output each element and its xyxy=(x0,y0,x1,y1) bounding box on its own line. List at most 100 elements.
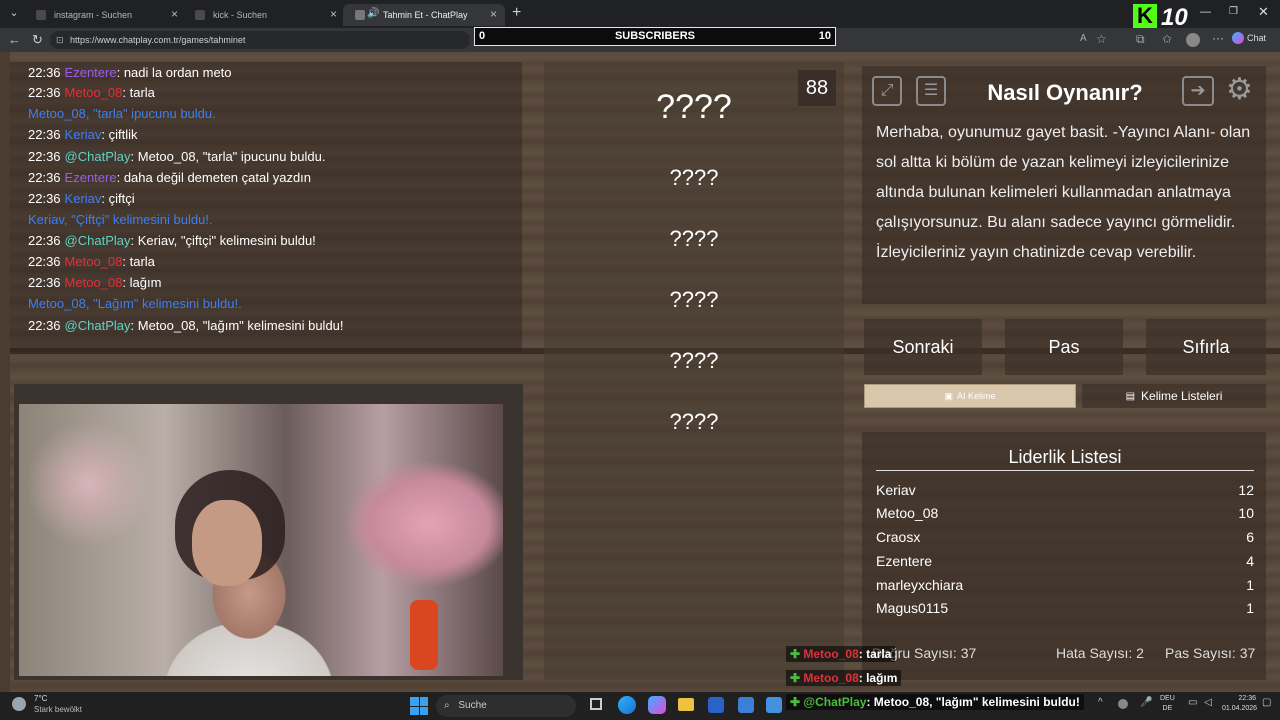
search-label: Suche xyxy=(458,700,487,711)
search-favicon-icon xyxy=(36,10,46,20)
extensions-icon[interactable]: ⧉ xyxy=(1136,32,1145,47)
chat-line: 22:36 @ChatPlay: Metoo_08, "tarla" ipucun… xyxy=(28,149,325,164)
fullscreen-icon[interactable]: ⤢ xyxy=(872,76,902,106)
chat-time: 22:36 xyxy=(28,275,61,290)
chat-user: Metoo_08 xyxy=(64,85,123,100)
exit-icon[interactable]: ➔ xyxy=(1182,76,1214,106)
network-icon[interactable]: ▭ xyxy=(1188,697,1197,708)
close-icon[interactable]: × xyxy=(171,7,178,21)
chat-separator: : xyxy=(122,275,130,290)
start-windows-icon[interactable] xyxy=(410,697,428,715)
reload-icon[interactable]: ↻ xyxy=(32,32,43,48)
minimize-icon[interactable]: — xyxy=(1200,6,1211,18)
player-name: Magus0115 xyxy=(876,600,949,616)
chat-line: 22:36 Keriav: çiftçi xyxy=(28,191,135,206)
notification-icon[interactable]: ▢ xyxy=(1262,697,1271,708)
lang-1: DEU xyxy=(1160,695,1175,702)
app-icon[interactable] xyxy=(708,697,724,713)
kick-number: 10 xyxy=(1161,4,1188,31)
chat-separator: : xyxy=(116,65,124,80)
tab-instagram[interactable]: instagram - Suchen × xyxy=(24,4,186,26)
chat-message: çiftlik xyxy=(108,127,138,142)
subscribers-bar: 0 SUBSCRIBERS 10 xyxy=(474,27,836,46)
app-icon[interactable] xyxy=(738,697,754,713)
chat-separator: : xyxy=(130,149,138,164)
chat-time: 22:36 xyxy=(28,254,61,269)
chat-message: nadi la ordan meto xyxy=(123,65,232,80)
ai-word-button[interactable]: ▣ AI Kelime xyxy=(864,384,1076,408)
window-close-icon[interactable]: ✕ xyxy=(1258,4,1269,20)
leaderboard-title: Liderlik Listesi xyxy=(1008,447,1122,467)
copilot-chat-button[interactable]: Chat xyxy=(1232,32,1266,44)
list-icon: ▤ xyxy=(1125,390,1136,402)
weather-icon[interactable] xyxy=(12,697,26,711)
more-icon[interactable]: ··· xyxy=(1212,31,1224,45)
taskbar-search[interactable]: ⌕ Suche xyxy=(436,695,576,717)
favorite-star-icon[interactable]: ☆ xyxy=(1096,32,1107,46)
favorites-icon[interactable]: ✩ xyxy=(1162,32,1172,46)
leaderboard-row: Craosx 6 xyxy=(876,529,1254,545)
clock-date: 01.04.2026 xyxy=(1222,705,1258,712)
tab-chatplay[interactable]: 🔊 Tahmin Et - ChatPlay × xyxy=(343,4,505,26)
chat-time: 22:36 xyxy=(28,191,61,206)
hidden-word: ???? xyxy=(669,165,719,190)
close-icon[interactable]: × xyxy=(490,7,497,21)
chatplay-favicon-icon xyxy=(355,10,365,20)
speaker-icon[interactable]: 🔊 xyxy=(367,8,379,19)
next-button[interactable]: Sonraki xyxy=(864,319,982,375)
tray-app-icon[interactable] xyxy=(1118,699,1128,709)
tray-chevron-icon[interactable]: ^ xyxy=(1098,697,1103,708)
plus-icon: ✚ xyxy=(790,695,804,709)
address-input[interactable]: ⊡ https://www.chatplay.com.tr/games/tahm… xyxy=(50,31,470,49)
close-icon[interactable]: × xyxy=(330,7,337,21)
chat-separator: : xyxy=(122,254,130,269)
word-lists-label: Kelime Listeleri xyxy=(1141,389,1223,403)
site-info-icon[interactable]: A xyxy=(1080,33,1087,44)
chat-user: Metoo_08 xyxy=(64,275,123,290)
tab-kick[interactable]: kick - Suchen × xyxy=(183,4,345,26)
tab-actions-icon[interactable]: ⌄ xyxy=(6,6,22,22)
back-icon[interactable]: ← xyxy=(8,32,21,47)
profile-avatar[interactable] xyxy=(1186,33,1200,47)
copilot-icon[interactable] xyxy=(648,696,666,714)
stat-passes: Pas Sayısı: 37 xyxy=(1165,645,1256,661)
chat-separator: : xyxy=(122,85,130,100)
leaderboard-row: Metoo_08 10 xyxy=(876,505,1254,521)
notes-icon[interactable]: ☰ xyxy=(916,76,946,106)
overlay-msg: : tarla xyxy=(858,647,892,661)
leaderboard-row: marleyxchiara 1 xyxy=(876,577,1254,593)
edge-icon[interactable] xyxy=(618,696,636,714)
leaderboard-divider xyxy=(876,470,1254,471)
chat-time: 22:36 xyxy=(28,149,61,164)
player-score: 12 xyxy=(1238,482,1254,498)
volume-icon[interactable]: ◁ xyxy=(1204,697,1212,708)
folder-icon[interactable] xyxy=(678,698,694,711)
stat-errors: Hata Sayısı: 2 xyxy=(1056,645,1144,661)
mic-icon[interactable]: 🎤 xyxy=(1140,697,1152,708)
chat-message: tarla xyxy=(129,85,155,100)
browser-tab-bar: ⌄ instagram - Suchen × kick - Suchen × 🔊… xyxy=(0,0,1280,28)
hidden-word: ???? xyxy=(669,226,719,251)
chat-user: Keriav, "Çiftçi" kelimesini buldu!. xyxy=(28,212,213,227)
clock[interactable]: 22:36 01.04.2026 xyxy=(1222,694,1258,714)
lang-indicator[interactable]: DEU DE xyxy=(1160,694,1175,714)
new-tab-button[interactable]: + xyxy=(512,4,521,22)
kick-logo: K 10 xyxy=(1133,4,1193,31)
logo-square xyxy=(410,706,419,715)
chat-separator: : xyxy=(130,318,138,333)
overlay-user: Metoo_08 xyxy=(803,647,859,661)
ai-word-label: AI Kelime xyxy=(957,391,996,401)
overlay-msg: : lağım xyxy=(858,671,898,685)
word-lists-button[interactable]: ▤ Kelime Listeleri xyxy=(1082,384,1266,408)
settings-gear-icon[interactable]: ⚙ xyxy=(1226,74,1253,106)
reset-button[interactable]: Sıfırla xyxy=(1146,319,1266,375)
chat-user: Ezentere xyxy=(64,65,117,80)
search-icon: ⌕ xyxy=(444,700,450,711)
task-view-icon[interactable] xyxy=(590,698,602,710)
chat-line: 22:36 @ChatPlay: Metoo_08, "lağım" kelime… xyxy=(28,318,344,333)
pass-button[interactable]: Pas xyxy=(1005,319,1123,375)
howto-text: Merhaba, oyunumuz gayet basit. -Yayıncı … xyxy=(876,124,1251,261)
chat-time: 22:36 xyxy=(28,233,61,248)
maximize-icon[interactable]: ❐ xyxy=(1229,6,1238,17)
app-icon[interactable] xyxy=(766,697,782,713)
